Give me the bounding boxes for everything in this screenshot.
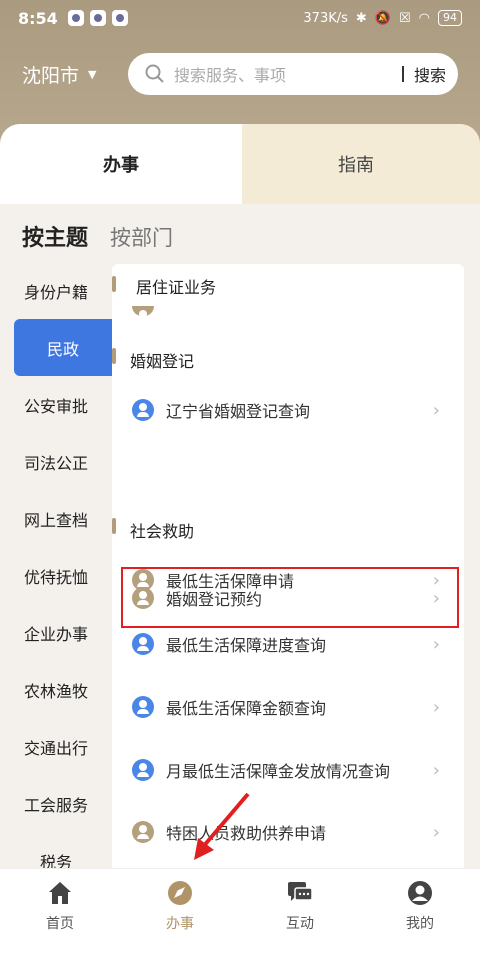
mute-icon: 🔕 (374, 10, 391, 26)
nav-item-pension[interactable]: 优待抚恤 (0, 547, 112, 604)
bottom-nav-profile[interactable]: 我的 (360, 869, 480, 960)
item-label: 最低生活保障金额查询 (166, 699, 327, 718)
search-input[interactable]: 搜索服务、事项 (174, 62, 402, 86)
chevron-right-icon: › (432, 569, 440, 591)
chat-icon (288, 882, 313, 901)
tiktok-notification-icon (89, 10, 106, 26)
bottom-nav-label: 互动 (286, 916, 314, 932)
tabs: 指南 办事 (0, 124, 480, 204)
service-icon (132, 306, 154, 324)
compass-icon (168, 881, 192, 905)
list-item-min-living-apply[interactable]: 最低生活保障申请 › (112, 548, 464, 612)
list-item-min-living-amount[interactable]: 最低生活保障金额查询 › (112, 675, 464, 739)
status-bar: 8:54 373K/s ✱ 🔕 ☒ ◠ 94 (0, 0, 480, 36)
bottom-nav-label: 我的 (406, 916, 434, 932)
home-icon (49, 882, 71, 904)
list-item-special-relief[interactable]: 特困人员救助供养申请 › (112, 800, 464, 864)
chevron-right-icon: › (432, 759, 440, 781)
category-nav: 身份户籍 民政 公安审批 司法公正 网上查档 优待抚恤 企业办事 农林渔牧 交通… (0, 262, 112, 868)
search-icon (145, 64, 164, 83)
wifi-icon: ◠ (418, 10, 430, 26)
item-label: 特困人员救助供养申请 (166, 824, 327, 843)
app-notification-icon-2 (111, 10, 128, 26)
user-icon (132, 821, 154, 843)
item-label: 辽宁省婚姻登记查询 (166, 402, 311, 421)
section-title-marriage: 婚姻登记 (130, 352, 195, 371)
user-icon (132, 399, 154, 421)
chevron-right-icon: › (432, 633, 440, 655)
search-divider (401, 66, 404, 82)
mode-by-topic[interactable]: 按主题 (22, 220, 88, 252)
nav-item-agriculture[interactable]: 农林渔牧 (0, 661, 112, 718)
app-header: 沈阳市 ▼ 搜索服务、事项 搜索 (0, 48, 480, 100)
list-item-partial[interactable] (112, 286, 464, 324)
section-title-relief: 社会救助 (130, 522, 195, 541)
nav-item-civil-affairs[interactable]: 民政 (14, 319, 112, 376)
bottom-nav-label: 首页 (46, 916, 74, 932)
network-speed: 373K/s (303, 10, 348, 26)
user-icon (132, 569, 154, 591)
app-notification-icon (67, 10, 84, 26)
list-item-monthly-payment[interactable]: 月最低生活保障金发放情况查询 › (112, 738, 464, 802)
list-item-marriage-query[interactable]: 辽宁省婚姻登记查询 › (112, 378, 464, 442)
section-marker (112, 348, 116, 364)
user-icon (132, 759, 154, 781)
user-icon (132, 633, 154, 655)
profile-icon (408, 881, 432, 905)
item-label: 最低生活保障进度查询 (166, 636, 327, 655)
city-selector[interactable]: 沈阳市 ▼ (22, 61, 128, 88)
tab-guide[interactable]: 指南 (232, 124, 480, 204)
mode-by-department[interactable]: 按部门 (110, 222, 173, 252)
nav-item-transport[interactable]: 交通出行 (0, 718, 112, 775)
bottom-nav: 首页 办事 互动 我的 (0, 868, 480, 960)
bottom-nav-home[interactable]: 首页 (0, 869, 120, 960)
caret-down-icon: ▼ (88, 67, 97, 81)
search-bar[interactable]: 搜索服务、事项 搜索 (128, 53, 458, 95)
user-icon (132, 696, 154, 718)
nav-item-identity[interactable]: 身份户籍 (0, 262, 112, 319)
city-name: 沈阳市 (22, 64, 80, 87)
section-marker (112, 518, 116, 534)
bottom-nav-services[interactable]: 办事 (120, 869, 240, 960)
tab-services[interactable]: 办事 (0, 124, 242, 204)
nav-item-tax[interactable]: 税务 (0, 832, 112, 869)
status-time: 8:54 (18, 8, 58, 28)
main-panel: 指南 办事 按主题 按部门 身份户籍 民政 公安审批 司法公正 网上查档 优待抚… (0, 124, 480, 868)
item-label: 月最低生活保障金发放情况查询 (166, 762, 391, 781)
chevron-right-icon: › (432, 696, 440, 718)
nav-item-archives[interactable]: 网上查档 (0, 490, 112, 547)
list-item-min-living-progress[interactable]: 最低生活保障进度查询 › (112, 612, 464, 676)
bottom-nav-label: 办事 (166, 916, 194, 932)
nav-item-public-security[interactable]: 公安审批 (0, 376, 112, 433)
nav-item-enterprise[interactable]: 企业办事 (0, 604, 112, 661)
battery-icon: 94 (438, 10, 462, 26)
chevron-right-icon: › (432, 821, 440, 843)
nav-item-union[interactable]: 工会服务 (0, 775, 112, 832)
nav-item-justice[interactable]: 司法公正 (0, 433, 112, 490)
service-list: 居住证业务 婚姻登记 辽宁省婚姻登记查询 › 婚姻登记预约 › 社会救助 最低生… (112, 264, 464, 868)
bluetooth-icon: ✱ (355, 10, 367, 26)
status-right: 373K/s ✱ 🔕 ☒ ◠ 94 (303, 10, 462, 26)
item-label: 最低生活保障申请 (166, 572, 295, 591)
mode-switch: 按主题 按部门 (22, 220, 173, 252)
sim-icon: ☒ (399, 10, 411, 26)
search-button[interactable]: 搜索 (414, 62, 446, 86)
chevron-right-icon: › (432, 399, 440, 421)
bottom-nav-interact[interactable]: 互动 (240, 869, 360, 960)
